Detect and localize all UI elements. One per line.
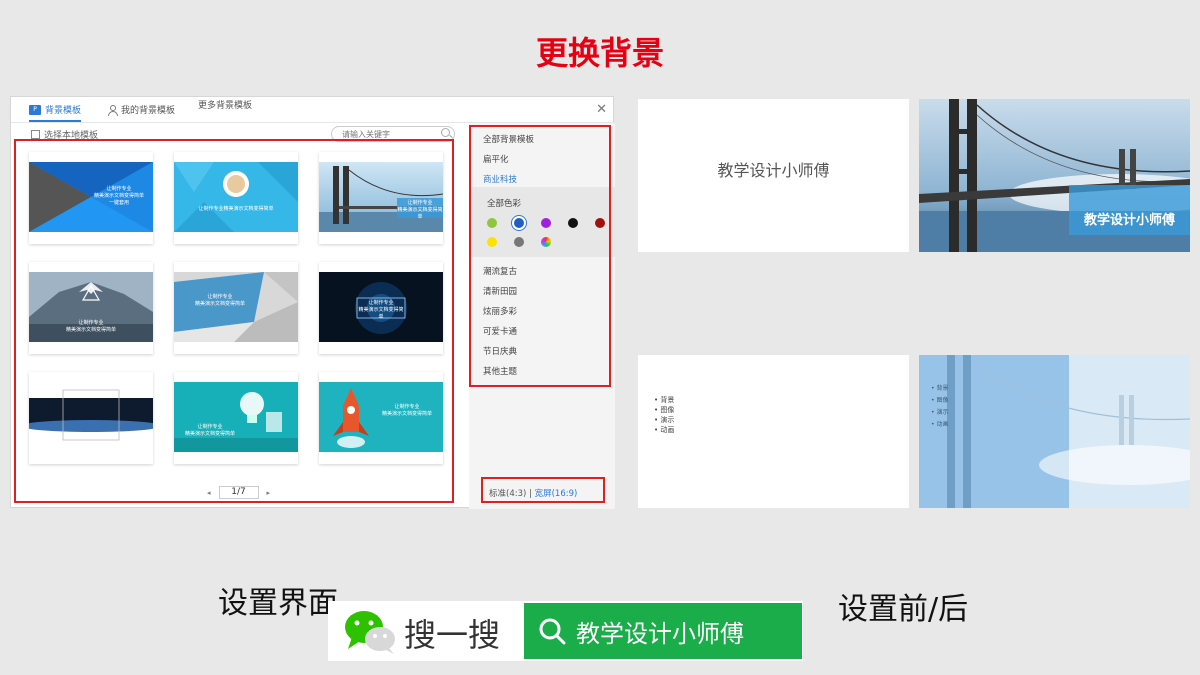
bridge-faded-background bbox=[919, 355, 1190, 508]
page-indicator[interactable]: 1/7 bbox=[218, 486, 259, 499]
tab-label: 更多背景模板 bbox=[198, 101, 253, 111]
before-bullet-list: • 背景 • 图像 • 演示 • 动画 bbox=[654, 396, 675, 434]
template-card[interactable]: 让制作专业 精美演示文档变得简单 一键套用 bbox=[29, 152, 153, 244]
wechat-search-box[interactable]: 教学设计小师傅 bbox=[524, 603, 802, 659]
template-thumbnail: 让制作专业 精美演示文档变得简单 bbox=[174, 382, 298, 452]
card-text: 让制作专业 精美演示文档变得简单 bbox=[184, 424, 235, 437]
card-text: 让制作专业 精美演示文档变得简单 一键套用 bbox=[93, 186, 144, 206]
user-icon bbox=[107, 104, 118, 116]
template-card[interactable]: 让制作专业 精美演示文档变得简单 bbox=[29, 262, 153, 354]
template-thumbnail: 让制作专业 精美演示文档变得简单 bbox=[319, 382, 443, 452]
template-card[interactable]: 让制作专业 精美演示文档变得简单 bbox=[319, 262, 443, 354]
template-thumbnail: 让制作专业精美演示文档变得简单 bbox=[174, 162, 298, 232]
close-icon[interactable]: ✕ bbox=[596, 102, 607, 117]
preview-after-content-slide: • 背景 • 图像 • 演示 • 动画 bbox=[919, 355, 1190, 508]
template-thumbnail: 让制作专业 精美演示文档变得简单 bbox=[29, 272, 153, 342]
template-card[interactable]: 让制作专业精美演示文档变得简单 bbox=[174, 152, 298, 244]
template-thumbnail: 让制作专业 精美演示文档变得简单 一键套用 bbox=[29, 162, 153, 232]
caption-settings-ui: 设置界面 bbox=[218, 586, 338, 621]
tab-background-templates[interactable]: P 背景模板 bbox=[29, 103, 82, 122]
category-highlight bbox=[469, 125, 611, 387]
wechat-search-banner: 搜一搜 教学设计小师傅 bbox=[328, 601, 803, 661]
card-text: 让制作专业精美演示文档变得简单 bbox=[198, 206, 274, 212]
card-text: 让制作专业 精美演示文档变得简单 bbox=[397, 200, 443, 220]
bridge-background-image bbox=[919, 99, 1190, 252]
template-card[interactable]: 让制作专业 精美演示文档变得简单 bbox=[174, 372, 298, 464]
ppt-icon: P bbox=[29, 104, 41, 115]
tab-my-templates[interactable]: 我的背景模板 bbox=[107, 103, 175, 116]
card-text: 让制作专业 精美演示文档变得简单 bbox=[358, 300, 404, 320]
before-title-text: 教学设计小师傅 bbox=[717, 161, 830, 180]
ratio-highlight bbox=[481, 477, 605, 503]
template-card[interactable]: 让制作专业 精美演示文档变得简单 bbox=[319, 152, 443, 244]
search-search-label: 搜一搜 bbox=[404, 616, 501, 654]
template-thumbnail: 让制作专业 精美演示文档变得简单 bbox=[174, 272, 298, 342]
search-icon bbox=[539, 618, 566, 645]
template-thumbnail: 让制作专业 精美演示文档变得简单 bbox=[319, 272, 443, 342]
prev-page-icon[interactable]: ◂ bbox=[207, 489, 211, 497]
background-template-dialog: P 背景模板 我的背景模板 更多背景模板 ✕ 选择本地模板 请输入关键字 让制作… bbox=[10, 96, 615, 509]
caption-before-after: 设置前/后 bbox=[838, 592, 969, 627]
tab-label: 背景模板 bbox=[45, 106, 82, 116]
card-text: 让制作专业 精美演示文档变得简单 bbox=[381, 404, 432, 417]
card-text: 让制作专业 精美演示文档变得简单 bbox=[65, 320, 116, 333]
template-card[interactable] bbox=[29, 372, 153, 464]
tab-label: 我的背景模板 bbox=[121, 106, 176, 116]
preview-before-content-slide: • 背景 • 图像 • 演示 • 动画 bbox=[638, 355, 909, 508]
preview-before-title-slide: 教学设计小师傅 bbox=[638, 99, 909, 252]
dialog-tab-bar: P 背景模板 我的背景模板 更多背景模板 ✕ bbox=[11, 97, 615, 123]
search-icon[interactable] bbox=[441, 128, 450, 137]
template-card[interactable]: 让制作专业 精美演示文档变得简单 bbox=[174, 262, 298, 354]
card-text: 让制作专业 精美演示文档变得简单 bbox=[194, 294, 245, 307]
next-page-icon[interactable]: ▸ bbox=[267, 489, 271, 497]
tab-more-templates[interactable]: 更多背景模板 bbox=[198, 98, 252, 111]
checkbox-box[interactable] bbox=[31, 130, 40, 139]
slide-title: 更换背景 bbox=[535, 34, 664, 72]
template-thumbnail: 让制作专业 精美演示文档变得简单 bbox=[319, 162, 443, 232]
after-bullet-list: • 背景 • 图像 • 演示 • 动画 bbox=[931, 385, 949, 428]
wechat-search-query: 教学设计小师傅 bbox=[576, 620, 744, 648]
template-grid: 让制作专业 精美演示文档变得简单 一键套用 让制作专业精美演示文档变得简单 让制… bbox=[29, 152, 453, 472]
pagination: ◂ 1/7 ▸ bbox=[207, 486, 270, 499]
template-card[interactable]: 让制作专业 精美演示文档变得简单 bbox=[319, 372, 443, 464]
template-thumbnail bbox=[29, 382, 153, 452]
preview-after-title-slide: 教学设计小师傅 bbox=[919, 99, 1190, 252]
wechat-icon bbox=[345, 611, 395, 654]
after-title-text: 教学设计小师傅 bbox=[1083, 213, 1175, 228]
